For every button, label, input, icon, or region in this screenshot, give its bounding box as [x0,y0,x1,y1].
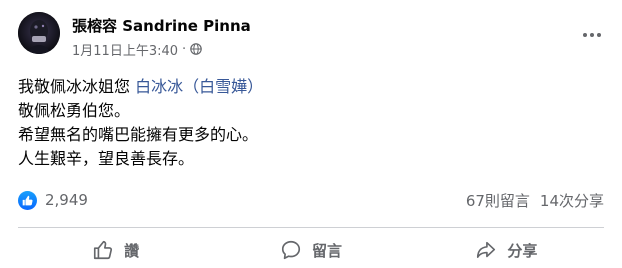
post-line-1: 我敬佩冰冰姐您 白冰冰（白雪嬅） [18,75,263,99]
like-button-label: 讚 [124,241,140,260]
mentioned-profile-link[interactable]: 白冰冰（白雪嬅） [135,77,263,96]
globe-icon[interactable] [190,43,202,55]
comment-button-label: 留言 [311,241,342,260]
post-stats-bar: 2,949 67則留言 14次分享 [18,188,604,212]
reaction-count[interactable]: 2,949 [45,191,88,209]
share-count[interactable]: 14次分享 [540,190,604,211]
engagement-counts: 67則留言 14次分享 [466,190,604,211]
share-button-label: 分享 [507,241,538,260]
post-line-4: 人生艱辛，望良善長存。 [18,149,195,168]
post-timestamp[interactable]: 1月11日上午3:40 [72,40,178,59]
comment-bubble-icon [280,239,302,261]
more-options-button[interactable] [578,22,606,42]
like-button[interactable]: 讚 [18,233,213,267]
author-name[interactable]: 張榕容 Sandrine Pinna [72,15,251,36]
post-line-3: 希望無名的嘴巴能擁有更多的心。 [18,125,259,144]
comment-count[interactable]: 67則留言 [466,190,530,211]
post-actions: 讚 留言 分享 [18,233,604,267]
post-line-2: 敬佩松勇伯您。 [18,101,131,120]
post-body: 我敬佩冰冰姐您 白冰冰（白雪嬅） 敬佩松勇伯您。 希望無名的嘴巴能擁有更多的心。… [18,75,263,171]
thumbs-up-icon [92,239,114,261]
post-meta: 1月11日上午3:40 · [72,40,202,59]
avatar[interactable] [18,12,60,54]
share-arrow-icon [475,239,497,261]
comment-button[interactable]: 留言 [213,233,408,267]
like-icon[interactable] [18,190,37,210]
meta-separator: · [182,41,187,57]
facebook-post: 張榕容 Sandrine Pinna 1月11日上午3:40 · 我敬佩冰冰姐您… [0,0,622,268]
more-horizontal-icon [582,23,602,42]
share-button[interactable]: 分享 [409,233,604,267]
divider [18,227,604,228]
post-line-1-text: 我敬佩冰冰姐您 [18,77,136,96]
